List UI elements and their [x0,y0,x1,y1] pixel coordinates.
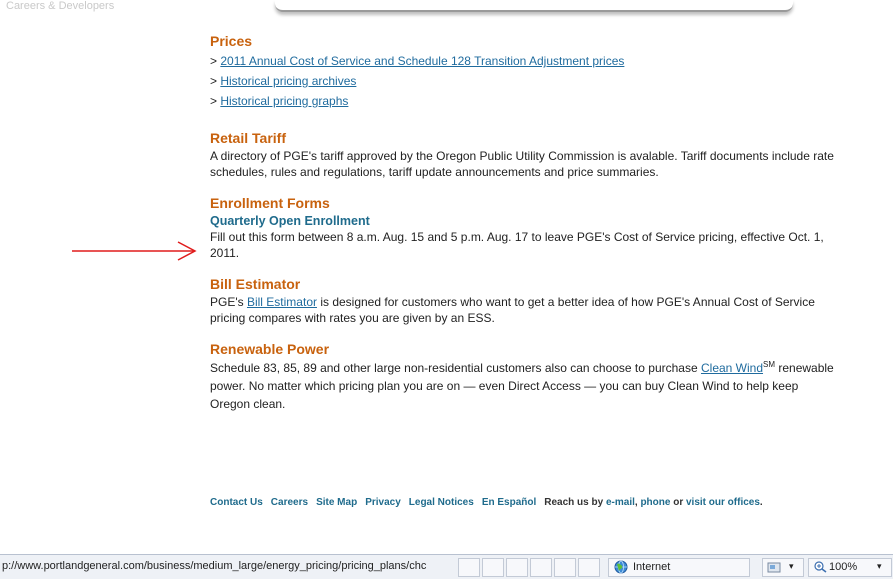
red-arrow-annotation-icon [72,241,197,261]
status-cell [482,558,504,577]
browser-status-bar: p://www.portlandgeneral.com/business/med… [0,554,893,579]
browser-page: Careers & Developers Prices > 2011 Annua… [0,0,893,579]
link-prefix: > [210,54,221,68]
bill-estimator-section: Bill Estimator PGE's Bill Estimator is d… [210,275,840,326]
bill-estimator-text-before: PGE's [210,295,247,309]
retail-tariff-heading: Retail Tariff [210,130,286,146]
bill-estimator-heading: Bill Estimator [210,276,301,292]
status-cell [506,558,528,577]
status-url: p://www.portlandgeneral.com/business/med… [2,560,427,572]
footer-site-map-link[interactable]: Site Map [316,497,357,508]
price-link-row: > Historical pricing graphs [210,91,840,111]
bill-estimator-body: PGE's Bill Estimator is designed for cus… [210,294,840,326]
service-mark: SM [763,360,776,369]
historical-archives-link[interactable]: Historical pricing archives [220,74,356,88]
status-cell [578,558,600,577]
security-zone[interactable]: Internet [608,558,750,577]
status-cell [458,558,480,577]
price-link-row: > 2011 Annual Cost of Service and Schedu… [210,51,840,71]
main-content: Prices > 2011 Annual Cost of Service and… [210,32,840,427]
zoom-level: 100% [829,561,858,573]
link-prefix: > [210,74,221,88]
historical-graphs-link[interactable]: Historical pricing graphs [220,94,348,108]
footer-legal-notices-link[interactable]: Legal Notices [409,497,474,508]
globe-icon [614,560,628,574]
clean-wind-link[interactable]: Clean Wind [701,361,763,375]
enrollment-forms-heading: Enrollment Forms [210,195,330,211]
zoom-icon [814,561,827,573]
annual-cost-prices-link[interactable]: 2011 Annual Cost of Service and Schedule… [220,54,624,68]
prices-heading: Prices [210,33,253,49]
footer-visit-offices-link[interactable]: visit our offices [686,497,760,508]
protected-mode-icon [767,562,781,573]
enrollment-body: Fill out this form between 8 a.m. Aug. 1… [210,230,824,260]
footer-careers-link[interactable]: Careers [271,497,308,508]
status-cell [554,558,576,577]
top-panel-edge [275,0,793,12]
chevron-down-icon: ▾ [877,561,882,571]
footer-reach-prefix: Reach us by [544,497,606,508]
renewable-text-before: Schedule 83, 85, 89 and other large non-… [210,361,701,375]
zoom-button[interactable]: 100% ▾ [808,558,892,577]
faded-top-text: Careers & Developers [6,0,115,12]
retail-tariff-body: A directory of PGE's tariff approved by … [210,149,834,179]
protected-mode-button[interactable]: ▾ [762,558,804,577]
status-cell [530,558,552,577]
renewable-power-body: Schedule 83, 85, 89 and other large non-… [210,359,840,413]
footer-phone-link[interactable]: phone [640,497,670,508]
footer-period: . [759,497,763,508]
footer-contact-us-link[interactable]: Contact Us [210,497,263,508]
footer-email-link[interactable]: e-mail [606,497,635,508]
footer-separator: or [670,497,686,508]
footer-privacy-link[interactable]: Privacy [365,497,401,508]
prices-section: Prices > 2011 Annual Cost of Service and… [210,32,840,111]
renewable-power-heading: Renewable Power [210,341,330,357]
retail-tariff-section: Retail Tariff A directory of PGE's tarif… [210,129,840,180]
chevron-down-icon: ▾ [789,561,794,571]
zone-label: Internet [633,561,671,573]
renewable-power-section: Renewable Power Schedule 83, 85, 89 and … [210,340,840,413]
quarterly-open-enrollment-link[interactable]: Quarterly Open Enrollment [210,213,840,229]
price-link-row: > Historical pricing archives [210,71,840,91]
footer-en-espanol-link[interactable]: En Español [482,497,536,508]
bill-estimator-link[interactable]: Bill Estimator [247,295,317,309]
link-prefix: > [210,94,221,108]
footer-links: Contact Us Careers Site Map Privacy Legal No… [210,497,763,508]
enrollment-forms-section: Enrollment Forms Quarterly Open Enrollme… [210,194,840,261]
